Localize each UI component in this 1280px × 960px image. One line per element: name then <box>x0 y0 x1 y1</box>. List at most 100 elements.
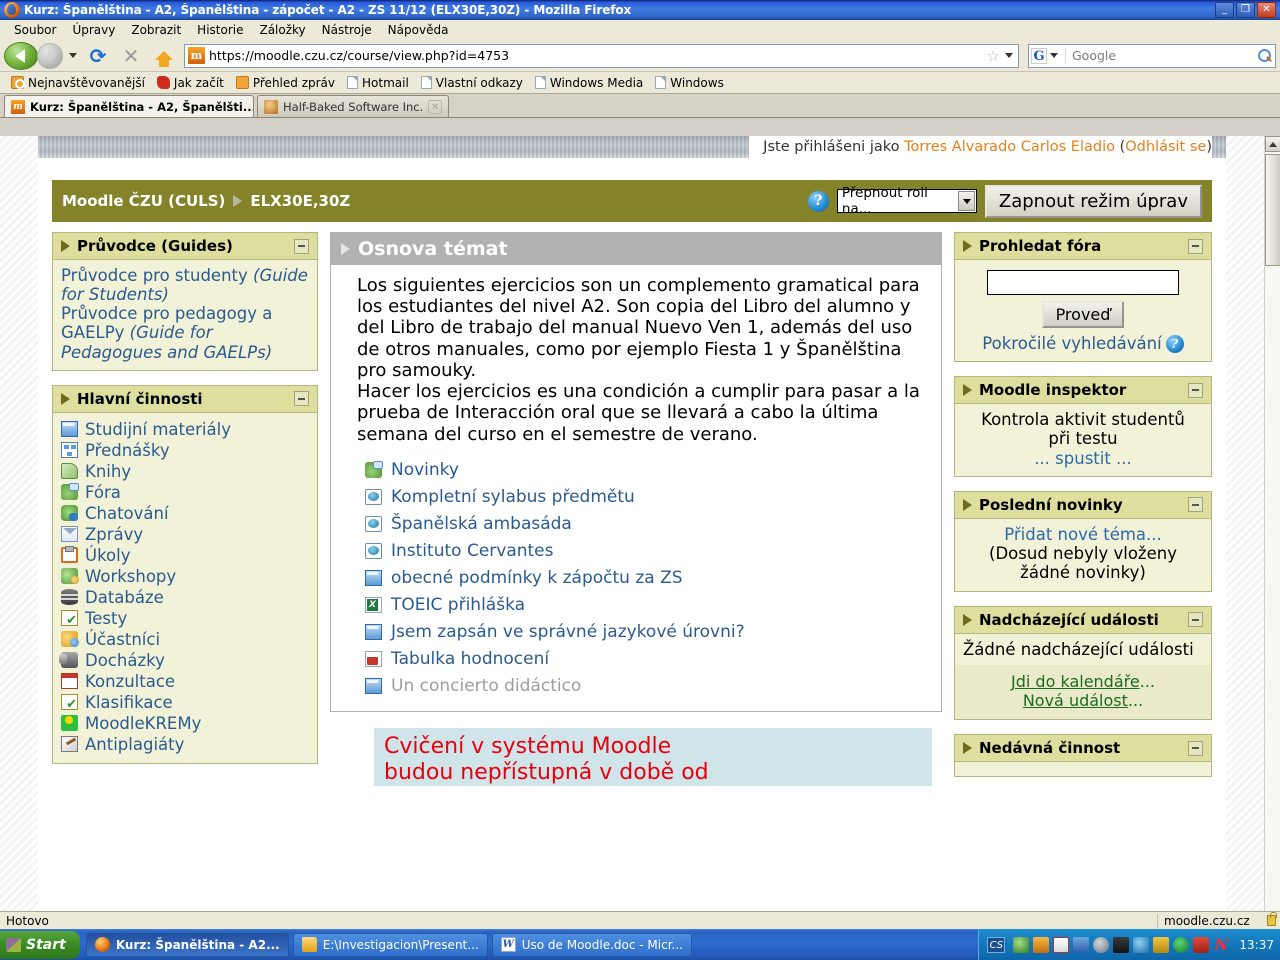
taskbar-button-explorer[interactable]: E:\Investigacion\Present... <box>292 932 488 957</box>
tab-close-icon[interactable]: ✕ <box>428 99 443 114</box>
url-text[interactable]: https://moodle.czu.cz/course/view.php?id… <box>209 48 985 63</box>
menu-soubor[interactable]: Soubor <box>6 21 64 39</box>
menu-zalozky[interactable]: Záložky <box>251 21 313 39</box>
home-icon[interactable] <box>149 42 179 70</box>
forum-search-submit-button[interactable]: Proveď <box>1041 301 1125 328</box>
activity-item[interactable]: Přednášky <box>61 440 309 461</box>
activity-item[interactable]: Studijní materiály <box>61 419 309 440</box>
activity-item[interactable]: Konzultace <box>61 671 309 692</box>
taskbar-button-word[interactable]: W Uso de Moodle.doc - Micr... <box>491 932 692 957</box>
activity-item[interactable]: Úkoly <box>61 545 309 566</box>
activity-item[interactable]: Klasifikace <box>61 692 309 713</box>
menu-nastroje[interactable]: Nástroje <box>314 21 380 39</box>
search-input[interactable]: Google <box>1065 48 1257 63</box>
history-dropdown-icon[interactable] <box>69 53 77 58</box>
help-icon[interactable]: ? <box>807 190 829 212</box>
google-icon[interactable]: G <box>1031 47 1047 64</box>
advanced-search-link[interactable]: Pokročilé vyhledávání <box>982 334 1161 353</box>
maximize-button[interactable]: ❐ <box>1236 2 1255 18</box>
bookmark-prehled-zprav[interactable]: Přehled zpráv <box>231 75 340 91</box>
scrollbar-thumb[interactable] <box>1265 154 1280 266</box>
turn-editing-on-button[interactable]: Zapnout režim úprav <box>984 184 1202 218</box>
bookmark-star-icon[interactable]: ☆ <box>985 47 1002 65</box>
close-button[interactable]: ✕ <box>1257 2 1276 18</box>
menu-historie[interactable]: Historie <box>189 21 251 39</box>
minimize-button[interactable]: _ <box>1215 2 1234 18</box>
activity-item[interactable]: Účastníci <box>61 629 309 650</box>
guide-link-pedagogues[interactable]: Průvodce pro pedagogy a GAELPy (Guide fo… <box>61 304 309 361</box>
reload-icon[interactable]: ⟳ <box>83 42 113 70</box>
menu-zobrazit[interactable]: Zobrazit <box>123 21 189 39</box>
activity-item[interactable]: Testy <box>61 608 309 629</box>
bookmark-jak-zacit[interactable]: Jak začít <box>152 75 229 91</box>
url-dropdown-icon[interactable] <box>1005 53 1013 58</box>
tray-icon-update[interactable] <box>1133 936 1150 953</box>
bookmark-hotmail[interactable]: Hotmail <box>342 75 414 91</box>
collapse-button[interactable] <box>1188 238 1203 254</box>
activity-item[interactable]: Antiplagiáty <box>61 734 309 755</box>
taskbar-clock[interactable]: 13:37 <box>1239 938 1274 952</box>
tray-icon-network[interactable] <box>1073 936 1090 953</box>
guide-link-students[interactable]: Průvodce pro studenty (Guide for Student… <box>61 266 309 304</box>
resource-item[interactable]: Jsem zapsán ve správné jazykové úrovni? <box>357 618 929 645</box>
resource-item[interactable]: Španělská ambasáda <box>357 510 929 537</box>
bookmark-windows-media[interactable]: Windows Media <box>530 75 648 91</box>
bookmark-windows[interactable]: Windows <box>650 75 729 91</box>
activity-item[interactable]: Zprávy <box>61 524 309 545</box>
back-button-icon[interactable] <box>4 41 38 70</box>
search-engine-dropdown-icon[interactable] <box>1050 53 1058 58</box>
help-icon[interactable]: ? <box>1165 334 1184 353</box>
start-button[interactable]: Start <box>0 930 80 959</box>
search-bar[interactable]: G Google <box>1028 43 1276 68</box>
activity-item[interactable]: Fóra <box>61 482 309 503</box>
collapse-button[interactable] <box>294 391 309 407</box>
tab-halfbaked[interactable]: Half-Baked Software Inc. ✕ <box>257 95 450 117</box>
tray-icon-antivirus[interactable] <box>1173 936 1190 953</box>
resource-item[interactable]: Kompletní sylabus předmětu <box>357 483 929 510</box>
taskbar-button-firefox[interactable]: Kurz: Španělština - A2... <box>85 932 289 957</box>
forum-search-input[interactable] <box>987 270 1179 295</box>
tray-icon-java[interactable] <box>1033 936 1050 953</box>
collapse-button[interactable] <box>294 238 309 254</box>
tray-icon-norton[interactable]: N <box>1213 937 1229 953</box>
tray-icon-volume[interactable] <box>1093 936 1110 953</box>
logout-link[interactable]: Odhlásit se <box>1125 139 1206 155</box>
scroll-up-arrow-icon[interactable] <box>1265 136 1280 152</box>
resource-item[interactable]: Novinky <box>357 456 929 483</box>
activity-item[interactable]: Chatování <box>61 503 309 524</box>
tab-moodle-course[interactable]: m Kurz: Španělština - A2, Španělšti... ✕ <box>4 95 254 117</box>
advanced-search-wrap[interactable]: Pokročilé vyhledávání ? <box>982 334 1184 353</box>
go-to-calendar-row[interactable]: Jdi do kalendáře... <box>963 672 1203 691</box>
new-event-row[interactable]: Nová událost... <box>963 691 1203 710</box>
resource-item[interactable]: TOEIC přihláška <box>357 591 929 618</box>
menu-napoveda[interactable]: Nápověda <box>380 21 457 39</box>
activity-item[interactable]: Databáze <box>61 587 309 608</box>
activity-item[interactable]: MoodleKREMy <box>61 713 309 734</box>
collapse-button[interactable] <box>1188 497 1203 513</box>
inspector-launch-link[interactable]: ... spustit ... <box>963 449 1203 468</box>
add-new-topic-link[interactable]: Přidat nové téma... <box>963 525 1203 544</box>
bookmark-vlastni-odkazy[interactable]: Vlastní odkazy <box>416 75 528 91</box>
tray-icon-ati[interactable] <box>1193 936 1210 953</box>
activity-item[interactable]: Knihy <box>61 461 309 482</box>
role-switch-select[interactable]: Přepnout roli na... <box>836 185 977 217</box>
logged-in-user[interactable]: Torres Alvarado Carlos Eladio <box>904 139 1115 155</box>
tray-icon-1[interactable] <box>1013 936 1030 953</box>
language-indicator[interactable]: CS <box>987 936 1006 953</box>
tray-icon-mail[interactable] <box>1053 936 1070 953</box>
go-to-calendar-link[interactable]: Jdi do kalendáře <box>1011 672 1140 691</box>
resource-item[interactable]: Instituto Cervantes <box>357 537 929 564</box>
chevron-down-icon[interactable] <box>958 191 975 211</box>
resource-item[interactable]: obecné podmínky k zápočtu za ZS <box>357 564 929 591</box>
resource-item[interactable]: Tabulka hodnocení <box>357 645 929 672</box>
collapse-button[interactable] <box>1188 612 1203 628</box>
search-magnifier-icon[interactable] <box>1257 48 1273 64</box>
page-scrollbar[interactable] <box>1264 136 1280 911</box>
collapse-button[interactable] <box>1188 740 1203 756</box>
bookmark-nejnavstevovanejsi[interactable]: Nejnavštěvovanější <box>6 75 150 91</box>
tray-icon-security[interactable] <box>1153 936 1170 953</box>
activity-item[interactable]: Workshopy <box>61 566 309 587</box>
new-event-link[interactable]: Nová událost <box>1023 691 1128 710</box>
menu-upravy[interactable]: Úpravy <box>64 21 123 39</box>
breadcrumb-root[interactable]: Moodle ČZU (CULS) <box>62 192 225 210</box>
